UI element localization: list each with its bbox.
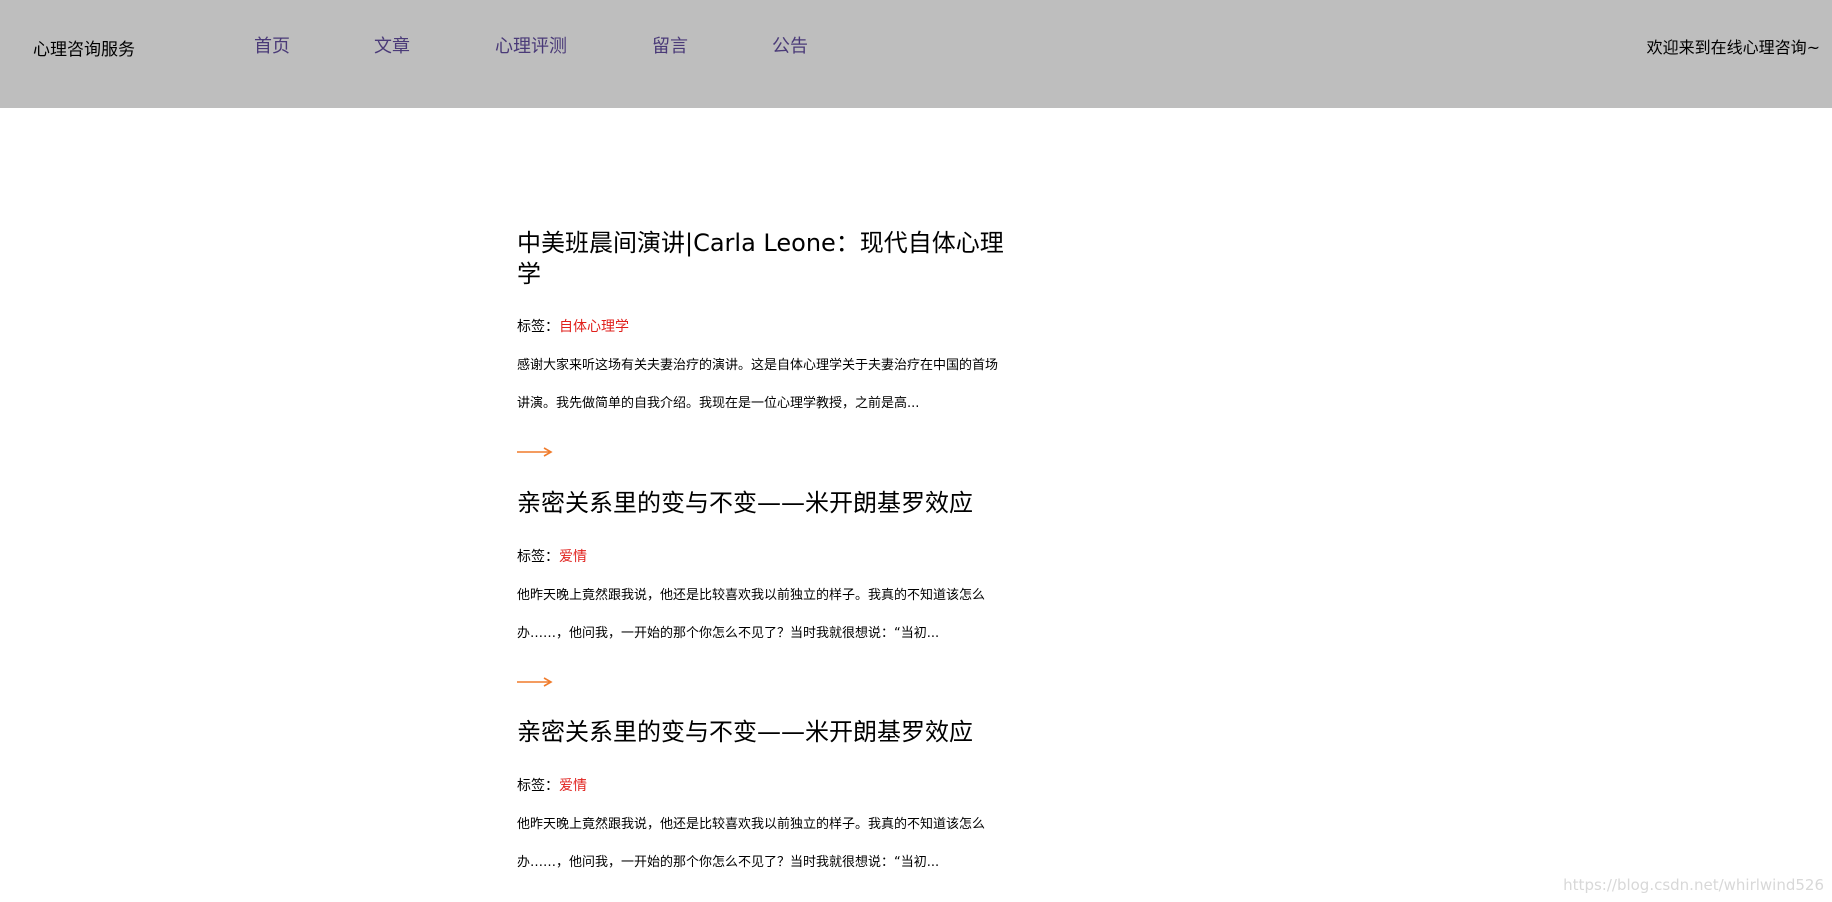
nav-item-psych-test[interactable]: 心理评测 <box>495 36 567 58</box>
article-excerpt: 他昨天晚上竟然跟我说，他还是比较喜欢我以前独立的样子。我真的不知道该怎么办……，… <box>517 817 986 870</box>
article-excerpt: 感谢大家来听这场有关夫妻治疗的演讲。这是自体心理学关于夫妻治疗在中国的首场讲演。… <box>517 358 999 411</box>
watermark: https://blog.csdn.net/whirlwind526 <box>1563 876 1824 894</box>
article-card: 亲密关系里的变与不变——米开朗基罗效应 标签：爱情 他昨天晚上竟然跟我说，他还是… <box>517 488 1007 687</box>
right-arrow-icon[interactable] <box>517 446 553 458</box>
welcome-message: 欢迎来到在线心理咨询~ <box>1646 38 1820 57</box>
top-navigation-bar: 心理咨询服务 首页 文章 心理评测 留言 公告 欢迎来到在线心理咨询~ <box>0 0 1832 108</box>
article-card: 中美班晨间演讲|Carla Leone：现代自体心理学 标签：自体心理学 感谢大… <box>517 228 1007 457</box>
article-tag-line: 标签：爱情 <box>517 777 587 795</box>
article-title[interactable]: 亲密关系里的变与不变——米开朗基罗效应 <box>517 488 1007 519</box>
tag-link[interactable]: 自体心理学 <box>559 319 629 335</box>
nav-item-messages[interactable]: 留言 <box>652 36 688 58</box>
nav-item-announcements[interactable]: 公告 <box>772 36 808 58</box>
tag-link[interactable]: 爱情 <box>559 778 587 794</box>
tag-label: 标签： <box>517 549 559 565</box>
right-arrow-icon[interactable] <box>517 676 553 688</box>
article-excerpt: 他昨天晚上竟然跟我说，他还是比较喜欢我以前独立的样子。我真的不知道该怎么办……，… <box>517 588 986 641</box>
nav-item-articles[interactable]: 文章 <box>374 36 410 58</box>
article-title[interactable]: 亲密关系里的变与不变——米开朗基罗效应 <box>517 717 1007 748</box>
site-brand: 心理咨询服务 <box>33 40 135 60</box>
tag-link[interactable]: 爱情 <box>559 549 587 565</box>
article-card: 亲密关系里的变与不变——米开朗基罗效应 标签：爱情 他昨天晚上竟然跟我说，他还是… <box>517 717 1007 870</box>
tag-label: 标签： <box>517 778 559 794</box>
tag-label: 标签： <box>517 319 559 335</box>
nav-item-home[interactable]: 首页 <box>254 36 290 58</box>
article-tag-line: 标签：爱情 <box>517 548 587 566</box>
article-title[interactable]: 中美班晨间演讲|Carla Leone：现代自体心理学 <box>517 228 1007 290</box>
article-tag-line: 标签：自体心理学 <box>517 318 629 336</box>
